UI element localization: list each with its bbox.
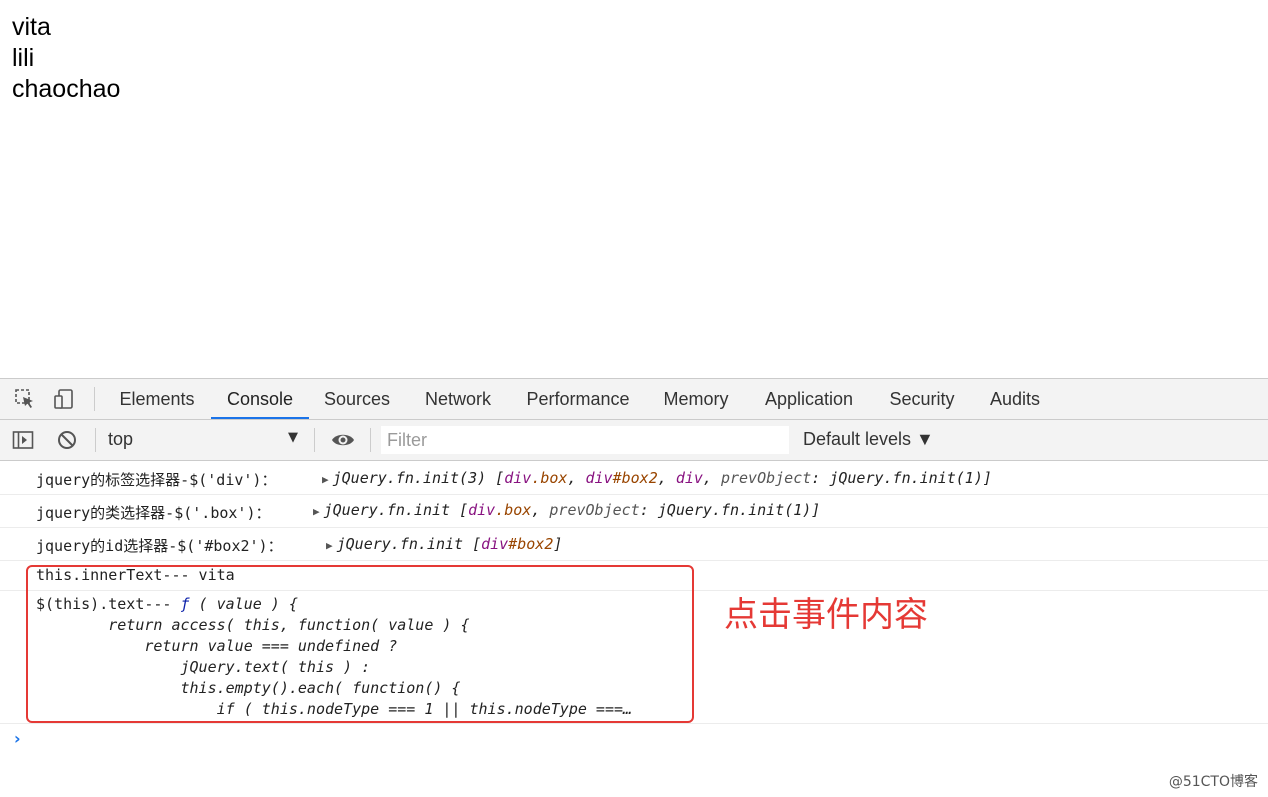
tab-console[interactable]: Console bbox=[211, 379, 309, 419]
tab-audits[interactable]: Audits bbox=[980, 379, 1050, 419]
page-line-vita: vita bbox=[12, 13, 51, 41]
tab-performance[interactable]: Performance bbox=[518, 379, 638, 419]
toolbar-separator bbox=[314, 428, 315, 452]
object-preview[interactable]: ▶ jQuery.fn.init(3) [div.box, div#box2, d… bbox=[322, 469, 992, 487]
tab-application[interactable]: Application bbox=[755, 379, 863, 419]
tab-sources[interactable]: Sources bbox=[316, 379, 398, 419]
page-line-lili: lili bbox=[12, 44, 35, 72]
page-content: vita lili chaochao bbox=[12, 12, 120, 105]
live-expression-eye-icon[interactable] bbox=[331, 429, 354, 451]
expand-triangle-icon[interactable]: ▶ bbox=[326, 539, 333, 552]
tab-security[interactable]: Security bbox=[880, 379, 964, 419]
show-sidebar-icon[interactable] bbox=[12, 429, 34, 451]
chevron-down-icon[interactable]: ▼ bbox=[288, 430, 298, 445]
default-levels-dropdown[interactable]: Default levels ▼ bbox=[803, 429, 934, 450]
expand-triangle-icon[interactable]: ▶ bbox=[322, 473, 329, 486]
context-selector[interactable]: top bbox=[108, 429, 133, 450]
page-line-chaochao: chaochao bbox=[12, 75, 121, 103]
tab-network[interactable]: Network bbox=[414, 379, 502, 419]
console-message: jquery的id选择器-$('#box2')： ▶ jQuery.fn.init… bbox=[0, 527, 1268, 561]
object-preview[interactable]: ▶ jQuery.fn.init [div.box, prevObject: jQ… bbox=[313, 501, 820, 519]
console-toolbar: top ▼ Default levels ▼ bbox=[0, 420, 1268, 461]
watermark: @51CTO博客 bbox=[1168, 774, 1258, 790]
devtools-tabbar: Elements Console Sources Network Perform… bbox=[0, 378, 1268, 420]
tab-separator bbox=[94, 387, 95, 411]
annotation-label: 点击事件内容 bbox=[724, 595, 928, 635]
inspect-element-icon[interactable] bbox=[14, 388, 36, 410]
clear-console-icon[interactable] bbox=[56, 429, 78, 451]
object-preview[interactable]: ▶ jQuery.fn.init [div#box2] bbox=[326, 535, 562, 553]
message-label: jquery的类选择器-$('.box')： bbox=[36, 504, 271, 522]
console-message: jquery的类选择器-$('.box')： ▶ jQuery.fn.init [… bbox=[0, 494, 1268, 528]
console-message: jquery的标签选择器-$('div')： ▶ jQuery.fn.init(3… bbox=[0, 461, 1268, 495]
highlight-box bbox=[26, 565, 694, 723]
device-toolbar-icon[interactable] bbox=[53, 388, 75, 410]
console-prompt[interactable]: › bbox=[14, 729, 21, 748]
message-label: jquery的id选择器-$('#box2')： bbox=[36, 537, 283, 555]
toolbar-separator bbox=[95, 428, 96, 452]
message-label: jquery的标签选择器-$('div')： bbox=[36, 471, 277, 489]
toolbar-separator bbox=[370, 428, 371, 452]
filter-input[interactable] bbox=[381, 426, 789, 454]
tab-memory[interactable]: Memory bbox=[652, 379, 740, 419]
expand-triangle-icon[interactable]: ▶ bbox=[313, 505, 320, 518]
tab-elements[interactable]: Elements bbox=[110, 379, 204, 419]
